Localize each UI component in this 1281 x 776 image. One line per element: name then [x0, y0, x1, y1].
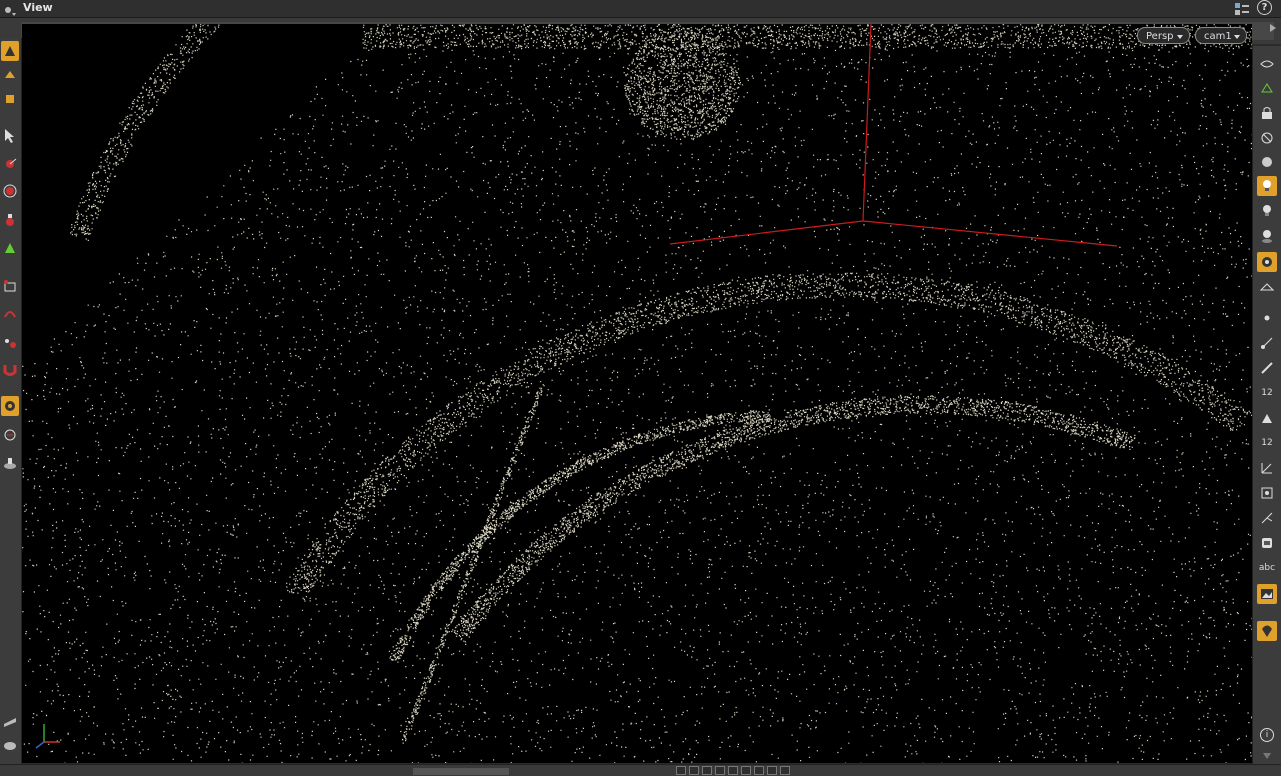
reference-plane-icon[interactable] — [1, 735, 19, 755]
snap-tool-icon[interactable] — [1, 396, 19, 416]
background-image-icon[interactable] — [1257, 584, 1277, 604]
projection-label: Persp — [1146, 31, 1174, 42]
primitive-numbers-icon[interactable]: 12 — [1257, 433, 1277, 453]
camera-label: cam1 — [1204, 31, 1232, 42]
bottom-segment[interactable] — [728, 766, 738, 775]
camera-view-icon[interactable] — [1257, 252, 1277, 272]
guide-display-icon[interactable] — [1257, 621, 1277, 641]
hull-display-icon[interactable] — [1257, 508, 1277, 528]
primitive-normals-icon[interactable] — [1257, 358, 1277, 378]
view-tool-icon[interactable] — [1, 304, 19, 324]
bottom-bar — [0, 764, 1281, 776]
primitive-display-icon[interactable] — [1257, 408, 1277, 428]
help-button[interactable]: ? — [1257, 0, 1272, 15]
pose-tool-icon[interactable] — [1, 238, 19, 258]
transform-handle[interactable] — [22, 24, 1252, 763]
select-object-icon[interactable] — [1, 65, 19, 85]
scale-tool-icon[interactable] — [1, 210, 19, 230]
arrow-select-icon[interactable] — [1, 126, 19, 146]
view-menu-icon[interactable] — [3, 2, 17, 16]
flat-shading-icon[interactable] — [1257, 278, 1277, 298]
handle-axis-z — [862, 220, 1118, 247]
bottom-segment[interactable] — [754, 766, 764, 775]
shading-mode-icon[interactable] — [1257, 152, 1277, 172]
point-normals-icon[interactable] — [1257, 333, 1277, 353]
camera-dropdown[interactable]: cam1 — [1195, 27, 1247, 44]
shadows-icon[interactable] — [1257, 226, 1277, 246]
select-geometry-icon[interactable] — [1, 41, 19, 61]
handle-axis-x — [669, 220, 864, 245]
primitive-numbers-label: 12 — [1261, 438, 1273, 448]
toolbar-expand-arrow-icon[interactable] — [1270, 24, 1276, 32]
bottom-segment[interactable] — [715, 766, 725, 775]
bottom-segment[interactable] — [689, 766, 699, 775]
bottom-segment[interactable] — [767, 766, 777, 775]
rotate-tool-icon[interactable] — [1, 181, 19, 201]
toolbar-scroll-down-icon[interactable] — [1257, 746, 1277, 766]
bottom-slider[interactable] — [413, 768, 509, 775]
hide-object-icon[interactable] — [1257, 128, 1277, 148]
bottom-segment[interactable] — [741, 766, 751, 775]
bounding-box-icon[interactable] — [1257, 483, 1277, 503]
normal-lighting-icon[interactable] — [1257, 201, 1277, 221]
text-labels-icon[interactable]: abc — [1257, 558, 1277, 578]
left-toolbar — [0, 38, 22, 765]
display-options-icon[interactable] — [1257, 54, 1277, 74]
uv-display-icon[interactable] — [1257, 458, 1277, 478]
construction-plane-icon[interactable] — [1, 425, 19, 445]
projection-dropdown[interactable]: Persp — [1137, 27, 1190, 44]
render-region-icon[interactable] — [1, 333, 19, 353]
ghost-objects-icon[interactable] — [1257, 78, 1277, 98]
text-labels-label: abc — [1258, 563, 1276, 573]
ruler-tool-icon[interactable] — [1, 453, 19, 473]
pane-title: View — [23, 1, 53, 14]
bottom-segment[interactable] — [780, 766, 790, 775]
headlight-icon[interactable] — [1257, 176, 1277, 196]
info-button[interactable]: i — [1257, 725, 1277, 745]
bottom-segment[interactable] — [676, 766, 686, 775]
background-display-icon[interactable] — [1257, 533, 1277, 553]
display-points-icon[interactable] — [1257, 308, 1277, 328]
axis-gizmo-icon — [35, 724, 60, 749]
select-dynamics-icon[interactable] — [1, 89, 19, 109]
scene-viewport[interactable]: Persp cam1 — [22, 24, 1252, 763]
point-numbers-label: 12 — [1261, 388, 1273, 398]
info-label: i — [1260, 728, 1274, 742]
point-numbers-icon[interactable]: 12 — [1257, 383, 1277, 403]
lock-camera-icon[interactable] — [1257, 103, 1277, 123]
title-bar: View ? — [0, 0, 1281, 18]
translate-tool-icon[interactable] — [1, 154, 19, 174]
bottom-segment[interactable] — [702, 766, 712, 775]
handle-tool-icon[interactable] — [1, 276, 19, 296]
handle-axis-y — [862, 24, 872, 222]
grid-toggle-icon[interactable] — [1, 711, 19, 731]
magnet-tool-icon[interactable] — [1, 360, 19, 380]
right-toolbar: 12 12 abc i — [1252, 46, 1281, 765]
pane-layout-icon[interactable] — [1234, 1, 1250, 15]
